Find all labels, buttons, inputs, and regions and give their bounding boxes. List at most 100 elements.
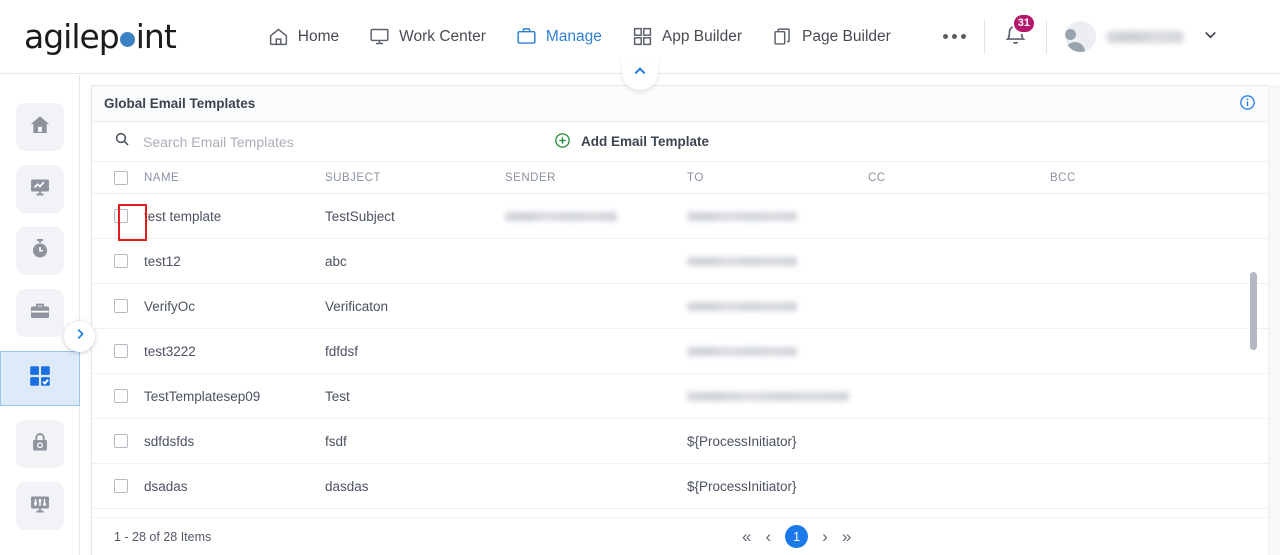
notification-badge: 31	[1011, 12, 1037, 34]
column-header-name[interactable]: NAME	[144, 172, 325, 184]
left-sidebar	[0, 75, 80, 555]
row-checkbox[interactable]	[114, 209, 128, 223]
nav-divider-right	[1045, 19, 1047, 54]
info-icon[interactable]	[1239, 94, 1256, 116]
lock-icon	[28, 430, 52, 459]
row-checkbox[interactable]	[114, 254, 128, 268]
avatar	[1064, 21, 1096, 52]
redacted-value	[687, 346, 797, 356]
cell-to	[687, 256, 868, 266]
pagination-first-button[interactable]: «	[742, 528, 751, 545]
chevron-right-icon	[73, 327, 87, 346]
sidebar-item-timer[interactable]	[15, 227, 64, 275]
row-checkbox[interactable]	[114, 434, 128, 448]
sidebar-item-settings[interactable]	[15, 482, 64, 530]
nav-item-app-builder-label: App Builder	[661, 27, 743, 45]
user-menu-chevron-down-icon[interactable]	[1201, 25, 1220, 49]
column-header-bcc[interactable]: BCC	[1050, 172, 1210, 184]
nav-item-work-center[interactable]: Work Center	[369, 26, 486, 47]
column-header-subject[interactable]: SUBJECT	[325, 172, 505, 184]
table-row[interactable]: TestTemplatesep09 Test	[92, 374, 1268, 419]
table-row[interactable]: test template TestSubject	[92, 194, 1268, 239]
search-input[interactable]	[143, 133, 554, 150]
avatar-body-icon	[1064, 42, 1085, 52]
add-email-template-button[interactable]: Add Email Template	[554, 132, 709, 152]
column-header-sender[interactable]: SENDER	[505, 172, 687, 184]
bell-icon	[1003, 24, 1028, 51]
home-icon	[28, 113, 52, 142]
dot-3-icon	[960, 34, 966, 39]
cell-subject: fdfdsf	[325, 343, 359, 359]
sidebar-item-work[interactable]	[15, 289, 64, 337]
row-checkbox-cell	[114, 254, 144, 268]
user-profile-button[interactable]	[1064, 21, 1183, 52]
nav-item-page-builder[interactable]: Page Builder	[772, 26, 891, 47]
row-checkbox-cell	[114, 479, 144, 493]
table-row[interactable]: sdfdsfds fsdf ${ProcessInitiator}	[92, 419, 1268, 464]
nav-item-app-builder[interactable]: App Builder	[632, 26, 742, 47]
redacted-value	[687, 391, 849, 401]
row-checkbox[interactable]	[114, 299, 128, 313]
column-header-cc[interactable]: CC	[868, 172, 1050, 184]
logo-text-part2: int	[135, 17, 177, 56]
cell-name: TestTemplatesep09	[144, 388, 261, 404]
cell-name: test3222	[144, 343, 196, 359]
table-body: test template TestSubject test12 abc VerifyO…	[92, 194, 1268, 509]
cell-to: ${ProcessInitiator}	[687, 433, 797, 449]
row-checkbox-cell	[114, 389, 144, 403]
table-row[interactable]: test12 abc	[92, 239, 1268, 284]
row-checkbox-cell	[114, 299, 144, 313]
nav-divider-left	[983, 19, 985, 54]
column-header-to[interactable]: TO	[687, 172, 868, 184]
cell-name: test template	[144, 208, 222, 224]
logo-dot-icon	[119, 32, 135, 47]
cell-subject: fsdf	[325, 433, 347, 449]
cell-to	[687, 211, 868, 221]
search-icon	[114, 131, 130, 152]
pagination-next-button[interactable]: ›	[822, 528, 828, 545]
row-checkbox-cell	[114, 344, 144, 358]
grid-icon	[632, 26, 653, 47]
agilepoint-logo[interactable]: agilep int	[24, 17, 177, 56]
select-all-checkbox[interactable]	[114, 170, 128, 185]
select-all-checkbox-cell	[114, 170, 144, 185]
expand-sidebar-button[interactable]	[64, 321, 95, 352]
home-icon	[268, 26, 289, 47]
row-checkbox[interactable]	[114, 389, 128, 403]
top-nav-items: Home Work Center Manage App Builder Page…	[268, 26, 966, 47]
nav-item-page-builder-label: Page Builder	[802, 27, 891, 45]
cell-subject: Test	[325, 388, 350, 404]
pagination-prev-button[interactable]: ‹	[765, 528, 771, 545]
cell-to	[687, 391, 868, 401]
row-checkbox-cell	[114, 434, 144, 448]
nav-item-manage-label: Manage	[545, 27, 602, 45]
notifications-button[interactable]: 31	[1003, 12, 1037, 52]
cell-sender	[505, 211, 687, 221]
nav-item-manage[interactable]: Manage	[516, 26, 602, 47]
dot-1-icon	[942, 34, 948, 39]
sidebar-item-analytics[interactable]	[15, 165, 64, 213]
redacted-value	[687, 301, 797, 311]
sidebar-item-access[interactable]	[15, 420, 64, 468]
sidebar-item-home[interactable]	[15, 103, 64, 151]
page-title: Global Email Templates	[104, 96, 256, 111]
redacted-value	[505, 211, 617, 221]
table-row[interactable]: VerifyOc Verificaton	[92, 284, 1268, 329]
scrollbar-thumb[interactable]	[1250, 272, 1257, 350]
table-row[interactable]: test3222 fdfdsf	[92, 329, 1268, 374]
pages-icon	[772, 26, 793, 47]
row-checkbox[interactable]	[114, 479, 128, 493]
dot-2-icon	[951, 34, 957, 39]
stopwatch-icon	[28, 237, 52, 266]
nav-item-home[interactable]: Home	[268, 26, 339, 47]
global-email-templates-panel: Global Email Templates Search Email Temp…	[91, 85, 1270, 555]
more-options-button[interactable]	[942, 34, 966, 39]
cell-subject: dasdas	[325, 478, 369, 494]
row-checkbox[interactable]	[114, 344, 128, 358]
table-row[interactable]: dsadas dasdas ${ProcessInitiator}	[92, 464, 1268, 509]
sidebar-item-apps[interactable]	[0, 351, 80, 406]
pagination-last-button[interactable]: »	[842, 528, 851, 545]
pagination-current-page[interactable]: 1	[785, 525, 809, 548]
redacted-value	[687, 256, 797, 266]
logo-text-part1: agilep	[24, 17, 120, 56]
